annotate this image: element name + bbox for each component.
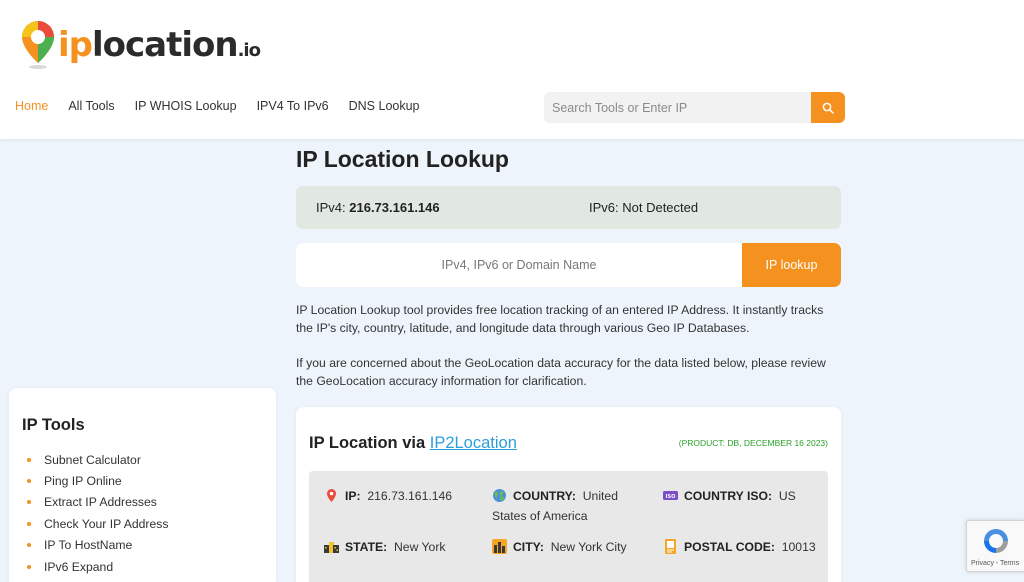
ip-lookup-input[interactable]	[296, 243, 742, 287]
map-marker-icon	[327, 489, 336, 502]
location-pin-icon	[20, 19, 56, 71]
sidebar-item-label: IPv6 Expand	[44, 559, 114, 574]
search-button[interactable]	[811, 92, 845, 123]
field-country-value-cont: States of America	[492, 509, 588, 523]
field-country-value: United	[582, 489, 618, 503]
nav-ipv4-to-ipv6[interactable]: IPV4 To IPv6	[257, 99, 329, 113]
field-city: CITY: New York City	[492, 537, 627, 557]
sidebar-item-ping-ip-online[interactable]: Ping IP Online	[27, 470, 168, 491]
ip-tools-list: Subnet Calculator Ping IP Online Extract…	[27, 449, 168, 577]
field-city-label: CITY:	[513, 540, 544, 554]
globe-icon	[493, 489, 506, 502]
product-version: (PRODUCT: DB, DECEMBER 16 2023)	[678, 438, 828, 448]
ipv4-display: IPv4: 216.73.161.146	[316, 200, 440, 215]
nav-dns-lookup[interactable]: DNS Lookup	[349, 99, 420, 113]
ip2location-card: IP Location via IP2Location (PRODUCT: DB…	[296, 407, 841, 582]
recaptcha-terms[interactable]: Privacy - Terms	[971, 560, 1019, 567]
logo-prefix: ip	[58, 25, 93, 65]
detected-ip-bar: IPv4: 216.73.161.146 IPv6: Not Detected	[296, 186, 841, 229]
recaptcha-badge[interactable]: Privacy - Terms	[966, 520, 1024, 572]
search-input[interactable]	[544, 92, 811, 123]
sidebar-item-label: Check Your IP Address	[44, 516, 169, 531]
header-search	[544, 92, 845, 123]
sidebar-item-ipv6-expand[interactable]: IPv6 Expand	[27, 556, 168, 577]
sidebar-item-label: Extract IP Addresses	[44, 495, 157, 510]
postal-tag-icon	[665, 539, 676, 554]
recaptcha-icon	[984, 529, 1008, 553]
accuracy-paragraph: If you are concerned about the GeoLocati…	[296, 356, 826, 388]
ip2location-link[interactable]: IP2Location	[430, 434, 517, 452]
field-state-label: STATE:	[345, 540, 388, 554]
ip-lookup-form: IP lookup	[296, 243, 841, 287]
field-postal-value: 10013	[781, 540, 816, 554]
main-nav: Home All Tools IP WHOIS Lookup IPV4 To I…	[15, 99, 440, 113]
sidebar-item-subnet-calculator[interactable]: Subnet Calculator	[27, 449, 168, 470]
page-title: IP Location Lookup	[296, 146, 509, 172]
site-header: iplocation.io Home All Tools IP WHOIS Lo…	[0, 0, 1024, 139]
field-ip-label: IP:	[345, 489, 361, 503]
nav-home[interactable]: Home	[15, 99, 48, 113]
bullet-icon	[27, 543, 31, 548]
logo-suffix: .io	[237, 40, 261, 61]
search-icon	[822, 102, 834, 114]
bullet-icon	[27, 521, 31, 526]
logo-wordmark: iplocation.io	[58, 25, 261, 65]
iso-badge-icon: ISO	[663, 491, 678, 500]
ip-lookup-button[interactable]: IP lookup	[742, 243, 841, 287]
sidebar-item-label: IP To HostName	[44, 538, 133, 553]
field-country-label: COUNTRY:	[513, 489, 576, 503]
sidebar-item-check-your-ip[interactable]: Check Your IP Address	[27, 513, 168, 534]
field-state: STATE: New York	[324, 537, 445, 557]
sidebar-item-extract-ip-addresses[interactable]: Extract IP Addresses	[27, 492, 168, 513]
site-logo[interactable]: iplocation.io	[20, 18, 261, 72]
card-title-prefix: IP Location via	[309, 434, 430, 452]
field-state-value: New York	[393, 540, 446, 554]
intro-paragraph: IP Location Lookup tool provides free lo…	[296, 303, 824, 335]
nav-ip-whois-lookup[interactable]: IP WHOIS Lookup	[135, 99, 237, 113]
state-buildings-icon	[324, 542, 339, 553]
ipv6-display: IPv6: Not Detected	[589, 200, 699, 215]
field-country-iso: ISO COUNTRY ISO: US	[663, 486, 796, 506]
field-ip: IP: 216.73.161.146	[324, 486, 452, 506]
sidebar-item-label: Ping IP Online	[44, 474, 122, 489]
field-country-iso-label: COUNTRY ISO:	[684, 489, 773, 503]
field-country: COUNTRY: United States of America	[492, 486, 642, 526]
sidebar-item-ip-to-hostname[interactable]: IP To HostName	[27, 535, 168, 556]
ipv4-label: IPv4:	[316, 200, 346, 215]
bullet-icon	[27, 500, 31, 505]
bullet-icon	[27, 479, 31, 484]
sidebar-item-label: Subnet Calculator	[44, 452, 141, 467]
logo-main: location	[92, 25, 239, 65]
card-title: IP Location via IP2Location	[309, 434, 517, 453]
field-country-iso-value: US	[778, 489, 796, 503]
bullet-icon	[27, 564, 31, 569]
ipv4-value[interactable]: 216.73.161.146	[349, 200, 439, 215]
ip-tools-sidebar: IP Tools Subnet Calculator Ping IP Onlin…	[9, 388, 276, 582]
location-details-grid: IP: 216.73.161.146 COUNTRY: United States…	[309, 471, 828, 582]
sidebar-title: IP Tools	[22, 416, 85, 434]
city-skyline-icon	[492, 539, 507, 554]
nav-all-tools[interactable]: All Tools	[68, 99, 114, 113]
field-postal-label: POSTAL CODE:	[684, 540, 775, 554]
field-ip-value: 216.73.161.146	[367, 489, 453, 503]
field-city-value: New York City	[550, 540, 627, 554]
field-postal-code: POSTAL CODE: 10013	[663, 537, 816, 557]
bullet-icon	[27, 457, 31, 462]
svg-text:ISO: ISO	[666, 494, 676, 500]
